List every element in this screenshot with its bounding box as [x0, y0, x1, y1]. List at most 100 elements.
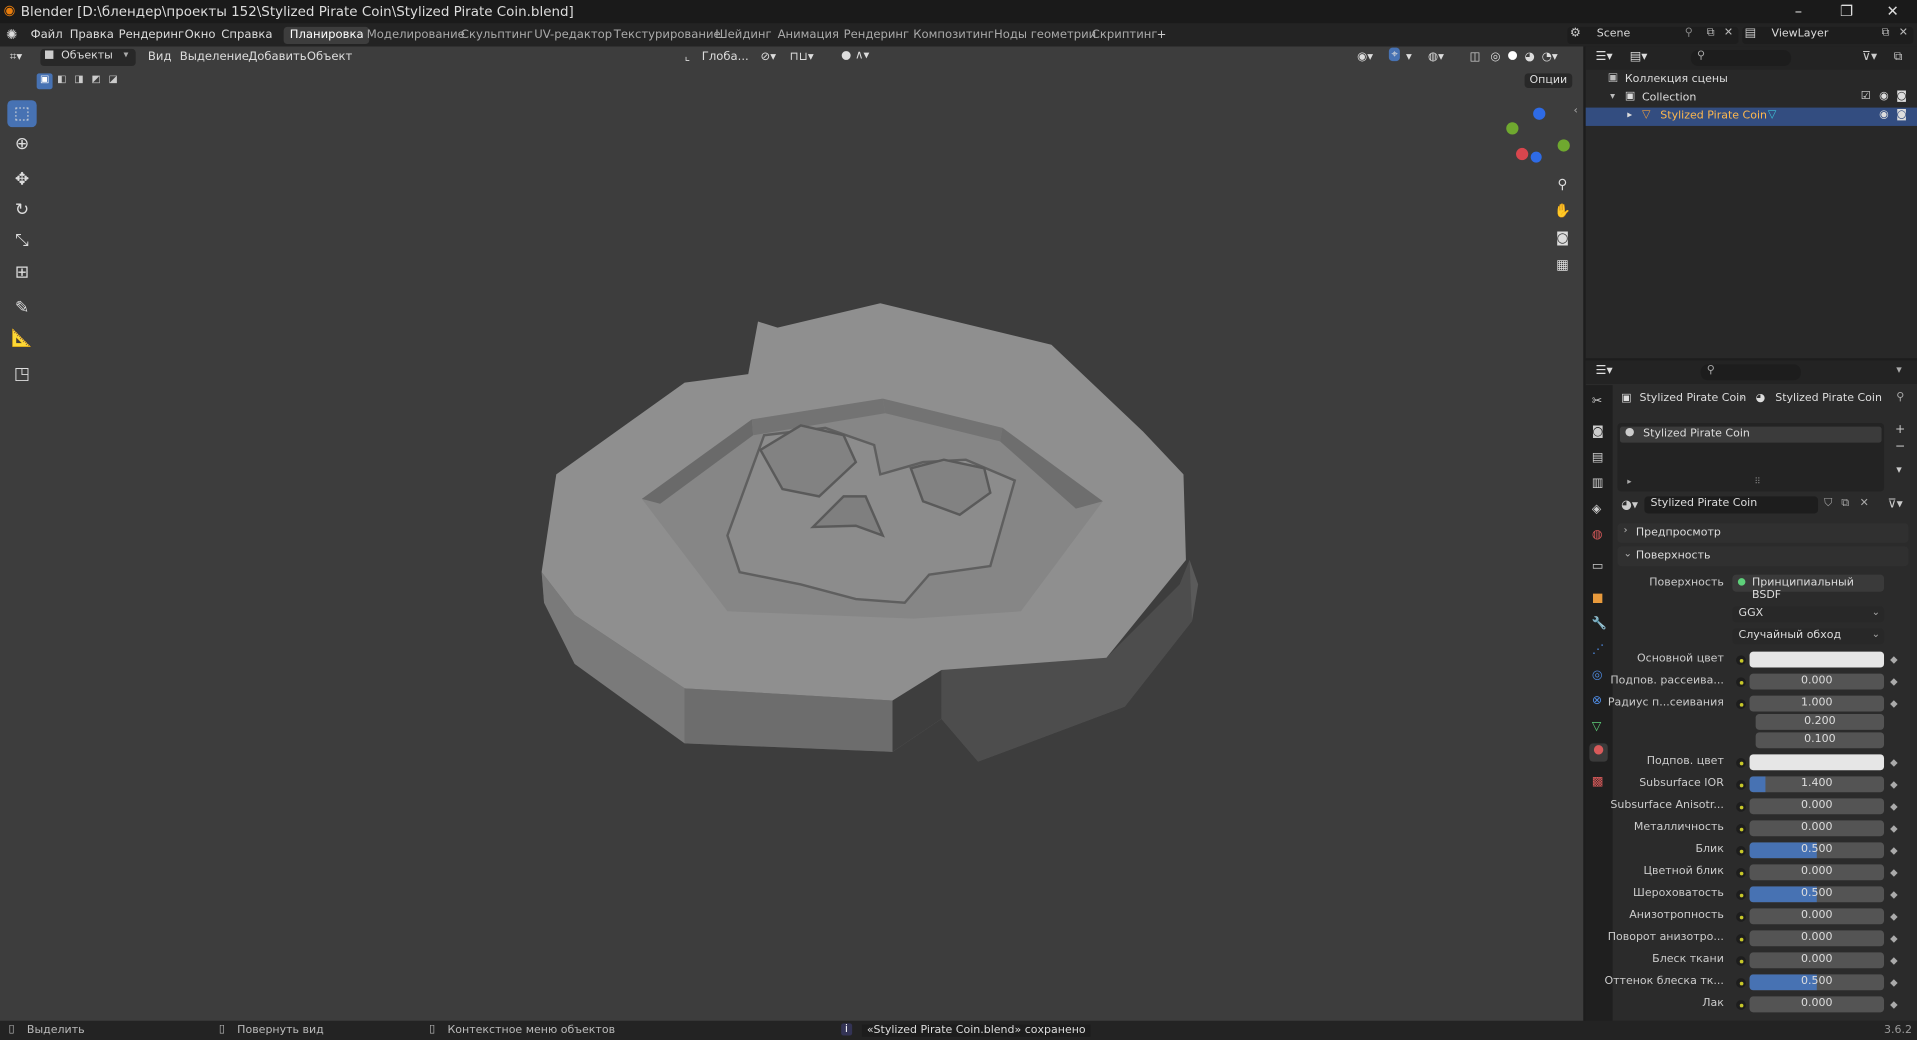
outliner-search-input[interactable]: ⚲: [1690, 50, 1792, 67]
mode-dropdown[interactable]: ■ Объекты ▾: [40, 48, 136, 67]
property-slider[interactable]: 0.000: [1749, 996, 1885, 1013]
remove-slot-icon[interactable]: −: [1895, 440, 1905, 453]
keyframe-icon[interactable]: ◆: [1890, 933, 1898, 944]
keyframe-icon[interactable]: ◆: [1890, 779, 1898, 790]
tool-tab-icon[interactable]: ✂: [1592, 395, 1602, 408]
tab-shading[interactable]: Шейдинг: [709, 27, 778, 44]
menu-view[interactable]: Вид: [148, 50, 172, 63]
material-shading-icon[interactable]: ◕: [1525, 50, 1535, 63]
property-slider[interactable]: 0.000: [1749, 673, 1885, 690]
menu-help[interactable]: Справка: [221, 28, 272, 41]
camera-icon[interactable]: ◙: [1896, 90, 1907, 102]
keyframe-icon[interactable]: ◆: [1890, 823, 1898, 834]
tab-animation[interactable]: Анимация: [771, 27, 845, 44]
cursor-tool-icon[interactable]: ⊕: [7, 131, 36, 158]
camera-icon[interactable]: ◙: [1551, 227, 1573, 249]
resize-handle-icon[interactable]: ⠿: [1754, 477, 1760, 487]
outliner-row-object[interactable]: ▸ ▽ Stylized Pirate Coin ▽ ◉ ◙: [1585, 107, 1917, 126]
annotate-tool-icon[interactable]: ✎: [7, 295, 36, 322]
3d-viewport[interactable]: ⚲ ✋ ◙ ▦: [0, 46, 1584, 1021]
particles-tab-icon[interactable]: ⋰: [1592, 643, 1604, 656]
y-axis-icon[interactable]: [1506, 122, 1519, 135]
material-filter-icon[interactable]: ⊽▾: [1888, 498, 1903, 511]
keyframe-icon[interactable]: ◆: [1890, 698, 1898, 709]
tab-layout[interactable]: Планировка: [283, 26, 370, 45]
transform-orientation-dropdown[interactable]: Глоба...: [702, 50, 749, 63]
slot-specials-icon[interactable]: ▾: [1896, 465, 1902, 477]
node-socket-icon[interactable]: [1736, 868, 1746, 878]
node-socket-icon[interactable]: [1736, 890, 1746, 900]
property-slider[interactable]: 0.000: [1749, 908, 1885, 925]
outliner-row-scene-collection[interactable]: ▣ Коллекция сцены: [1586, 71, 1917, 89]
keyframe-icon[interactable]: ◆: [1890, 999, 1898, 1010]
property-slider[interactable]: 0.100: [1755, 732, 1885, 749]
editor-type-icon[interactable]: ☰▾: [1595, 364, 1612, 377]
panel-surface[interactable]: ⌄ Поверхность: [1617, 546, 1909, 567]
neg-z-axis-icon[interactable]: [1530, 151, 1542, 163]
property-slider[interactable]: 0.500: [1749, 974, 1885, 991]
property-slider[interactable]: 0.500: [1749, 886, 1885, 903]
collection-tab-icon[interactable]: ▭: [1592, 560, 1604, 573]
property-slider[interactable]: 0.000: [1749, 864, 1885, 881]
data-tab-icon[interactable]: ▽: [1592, 720, 1601, 733]
node-socket-icon[interactable]: [1736, 802, 1746, 812]
eye-icon[interactable]: ◉: [1879, 90, 1889, 102]
pivot-icon[interactable]: ⊘▾: [760, 50, 776, 63]
world-tab-icon[interactable]: ◍: [1592, 528, 1603, 541]
property-slider[interactable]: 0.000: [1749, 820, 1885, 837]
node-socket-icon[interactable]: [1736, 1000, 1746, 1010]
scene-tab-icon[interactable]: ◈: [1592, 502, 1601, 515]
node-socket-icon[interactable]: [1736, 956, 1746, 966]
menu-add[interactable]: Добавить: [248, 50, 306, 63]
menu-render[interactable]: Рендеринг: [119, 28, 185, 41]
menu-window[interactable]: Окно: [185, 28, 216, 41]
properties-search-input[interactable]: ⚲: [1700, 364, 1801, 381]
snap-icon[interactable]: ⊓⊔▾: [790, 50, 814, 63]
node-socket-icon[interactable]: [1736, 758, 1746, 768]
node-socket-icon[interactable]: [1736, 824, 1746, 834]
distribution-dropdown[interactable]: GGX ⌄: [1732, 606, 1885, 623]
xray-icon[interactable]: ◫: [1470, 50, 1481, 63]
new-scene-icon[interactable]: ⧉: [1707, 27, 1715, 39]
select-intersect-icon[interactable]: ◪: [105, 73, 121, 89]
material-name-field[interactable]: Stylized Pirate Coin: [1644, 496, 1819, 514]
chevron-down-icon[interactable]: ▾: [1610, 90, 1615, 101]
keyframe-icon[interactable]: ◆: [1890, 757, 1898, 768]
neg-y-axis-icon[interactable]: [1557, 139, 1570, 152]
rendered-shading-icon[interactable]: ◔▾: [1542, 50, 1558, 63]
wireframe-shading-icon[interactable]: ◎: [1490, 50, 1500, 63]
pin-icon[interactable]: ⚲: [1896, 391, 1904, 403]
keyframe-icon[interactable]: ◆: [1890, 676, 1898, 687]
x-axis-icon[interactable]: [1516, 147, 1529, 161]
view-layer-tab-icon[interactable]: ▥: [1592, 477, 1604, 490]
keyframe-icon[interactable]: ◆: [1890, 977, 1898, 988]
move-tool-icon[interactable]: ✥: [7, 166, 36, 193]
tab-uv-editing[interactable]: UV-редактор: [528, 27, 618, 44]
node-socket-icon[interactable]: [1736, 780, 1746, 790]
node-socket-icon[interactable]: [1736, 699, 1746, 710]
blender-menu-icon[interactable]: ✺: [6, 27, 17, 43]
unlink-material-icon[interactable]: ✕: [1860, 498, 1869, 510]
keyframe-icon[interactable]: ◆: [1890, 654, 1898, 665]
zoom-icon[interactable]: ⚲: [1551, 174, 1573, 196]
property-slider[interactable]: 0.000: [1749, 930, 1885, 947]
menu-object[interactable]: Объект: [307, 50, 352, 63]
fake-user-shield-icon[interactable]: ⛉: [1824, 498, 1832, 510]
color-swatch[interactable]: [1749, 651, 1885, 668]
scene-selector[interactable]: ⚙ Scene ⚲ ⧉ ✕: [1567, 26, 1739, 45]
select-new-icon[interactable]: ▣: [36, 73, 53, 90]
surface-shader-field[interactable]: ● Принципиальный BSDF: [1732, 574, 1885, 602]
sidebar-toggle-icon[interactable]: ‹: [1573, 105, 1577, 117]
pin-icon[interactable]: ⚲: [1685, 27, 1693, 39]
menu-edit[interactable]: Правка: [70, 28, 114, 41]
tab-sculpting[interactable]: Скульптинг: [455, 27, 539, 44]
node-socket-icon[interactable]: [1736, 846, 1746, 856]
rotate-tool-icon[interactable]: ↻: [7, 197, 36, 224]
close-button[interactable]: ✕: [1886, 2, 1898, 19]
solid-shading-icon[interactable]: ●: [1507, 49, 1517, 62]
eye-icon[interactable]: ◉: [1879, 109, 1889, 121]
add-workspace-button[interactable]: +: [1150, 27, 1172, 44]
property-slider[interactable]: 0.500: [1749, 842, 1885, 859]
options-dropdown[interactable]: Опции: [1524, 73, 1573, 89]
select-box-tool-icon[interactable]: ⬚: [7, 100, 37, 128]
